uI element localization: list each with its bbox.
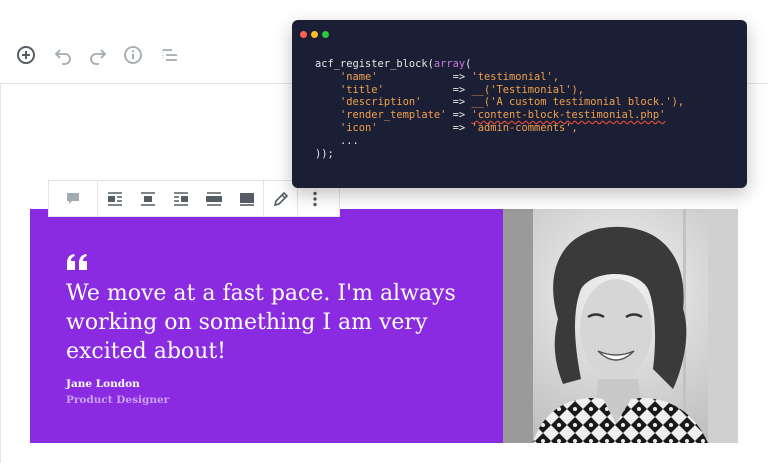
full-width-icon[interactable] [230,181,263,216]
align-right-icon[interactable] [164,181,197,216]
code-arrow: => [452,121,466,134]
code-key: 'description' [340,96,422,109]
align-left-icon[interactable] [98,181,131,216]
code-value: 'admin-comments', [471,121,578,134]
code-function-name: acf_register_block [315,58,428,70]
code-key: 'icon' [340,121,378,134]
redo-icon[interactable] [87,44,109,66]
testimonial-photo[interactable] [503,209,738,443]
code-key: 'title' [340,83,384,96]
code-value: 'content-block-testimonial.php' [471,109,666,122]
code-ellipsis: ... [340,134,359,147]
block-type-group [49,181,98,216]
close-dot-icon[interactable] [300,31,307,38]
code-arrow: => [452,70,466,83]
code-key: 'name' [340,70,378,83]
window-controls [300,31,329,38]
code-pad [378,71,453,83]
wide-width-icon[interactable] [197,181,230,216]
code-keyword: array [433,58,466,70]
code-value: 'testimonial', [471,70,560,83]
code-paren-2: ( [465,58,472,70]
quote-icon [67,254,87,270]
code-pad [421,96,452,108]
testimonial-content: We move at a fast pace. I'm always worki… [30,209,503,443]
testimonial-block[interactable]: We move at a fast pace. I'm always worki… [30,209,738,443]
testimonial-block-icon[interactable] [49,181,97,216]
code-window: acf_register_block(array( 'name' => 'tes… [292,20,747,188]
maximize-dot-icon[interactable] [322,31,329,38]
code-key: 'render_template' [340,109,447,122]
code-value: __('Testimonial'), [471,83,585,96]
code-closing: )); [315,147,334,160]
code-value: __('A custom testimonial block.'), [471,96,685,109]
code-pad [378,122,453,134]
code-arrow: => [452,109,466,122]
align-center-icon[interactable] [131,181,164,216]
code-snippet: acf_register_block(array( 'name' => 'tes… [315,58,684,160]
info-icon[interactable] [122,44,144,66]
code-arrow: => [452,83,466,96]
minimize-dot-icon[interactable] [311,31,318,38]
add-block-icon[interactable] [15,44,37,66]
alignment-group [98,181,264,216]
testimonial-author-name[interactable]: Jane London [66,378,140,390]
testimonial-quote[interactable]: We move at a fast pace. I'm always worki… [66,279,486,366]
canvas-border [0,84,1,463]
undo-icon[interactable] [52,44,74,66]
code-pad [384,84,453,96]
code-arrow: => [452,96,466,109]
testimonial-author-role[interactable]: Product Designer [66,394,169,406]
block-navigation-icon[interactable] [159,44,181,66]
portrait-image [503,209,738,443]
edit-pencil-icon[interactable] [264,181,297,216]
editor-screen: We move at a fast pace. I'm always worki… [0,0,768,463]
